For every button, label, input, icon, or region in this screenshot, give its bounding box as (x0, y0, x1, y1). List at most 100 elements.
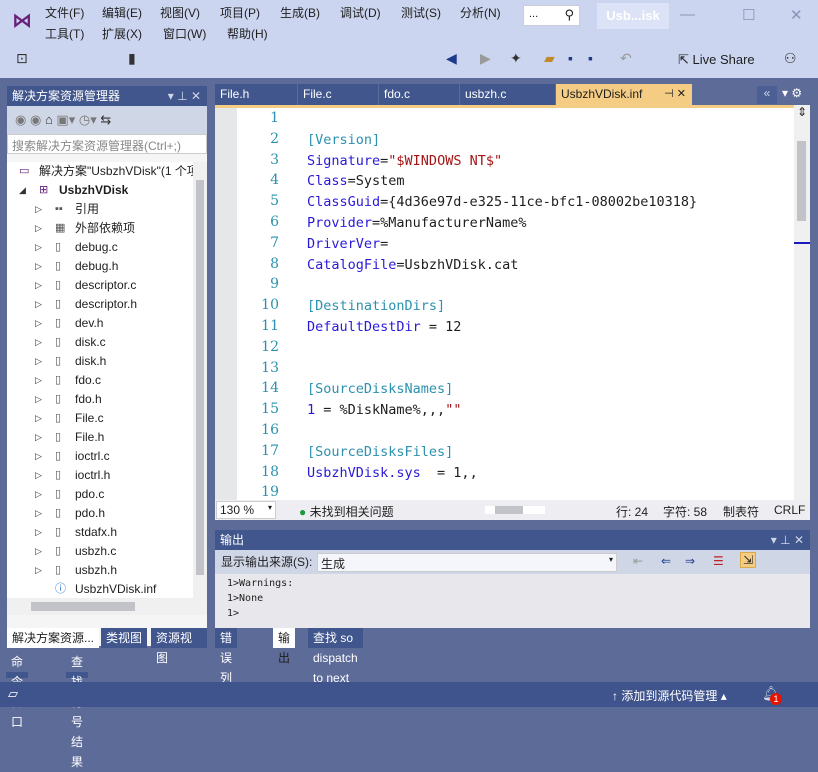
scroll-tabs-icon[interactable]: « (757, 86, 777, 104)
panel-controls-icon[interactable]: ▾ ⊥ ✕ (168, 86, 201, 106)
menu-item[interactable]: 视图(V) (160, 4, 200, 21)
panel-tab[interactable]: 资源视图 (151, 628, 207, 665)
zoom-dropdown[interactable]: 130 % ▾ (216, 501, 276, 519)
tree-item[interactable]: ▷ ▯ usbzh.h (7, 561, 193, 580)
live-share-button[interactable]: ⇱ Live Share (678, 52, 755, 68)
feedback-icon[interactable]: ⚇ (784, 50, 797, 67)
expand-arrow-icon[interactable]: ▷ (35, 200, 42, 219)
expand-arrow-icon[interactable]: ▷ (35, 238, 42, 257)
tree-item[interactable]: ▷ ▪▪ 引用 (7, 200, 193, 219)
expand-arrow-icon[interactable]: ▷ (35, 276, 42, 295)
menu-item[interactable]: 帮助(H) (227, 25, 268, 42)
word-wrap-toggle-icon[interactable]: ⇲ (740, 552, 757, 568)
code-line[interactable]: DriverVer= (307, 236, 388, 252)
code-line[interactable]: Provider=%ManufacturerName% (307, 215, 526, 231)
menu-item[interactable]: 工具(T) (45, 25, 84, 42)
editor-tab[interactable]: File.h (215, 84, 297, 105)
menu-item[interactable]: 窗口(W) (163, 25, 206, 42)
menu-item[interactable]: 编辑(E) (102, 4, 142, 21)
new-project-icon[interactable]: ✦ (510, 50, 522, 67)
tree-item[interactable]: ▷ ▯ descriptor.h (7, 295, 193, 314)
code-line[interactable]: 1 = %DiskName%,,,"" (307, 402, 461, 418)
tab-options-icon[interactable]: ▾ ⚙ (782, 86, 802, 100)
tree-item[interactable]: ▷ ▯ File.h (7, 428, 193, 447)
tree-item[interactable]: ▷ ▯ disk.h (7, 352, 193, 371)
search-box[interactable]: ... ⚲ (523, 5, 580, 26)
code-line[interactable]: [SourceDisksNames] (307, 381, 453, 397)
menu-item[interactable]: 扩展(X) (102, 25, 142, 42)
bookmark-icon[interactable]: ▮ (128, 50, 136, 67)
save-all-icon[interactable]: ▪ (588, 50, 593, 66)
save-icon[interactable]: ▪ (568, 50, 573, 66)
tree-item[interactable]: ▷ ▯ dev.h (7, 314, 193, 333)
expand-arrow-icon[interactable]: ▷ (35, 314, 42, 333)
expand-arrow-icon[interactable]: ▷ (35, 390, 42, 409)
issues-indicator[interactable]: ● 未找到相关问题 (299, 503, 394, 520)
tree-item[interactable]: ▷ ▯ stdafx.h (7, 523, 193, 542)
tree-item[interactable]: ▷ ▯ usbzh.c (7, 542, 193, 561)
back-icon[interactable]: ◀ (446, 50, 457, 67)
code-line[interactable]: Class=System (307, 173, 405, 189)
undo-icon[interactable]: ↶ (620, 50, 632, 67)
tree-horizontal-scrollbar[interactable] (7, 598, 207, 615)
menu-item[interactable]: 分析(N) (460, 4, 501, 21)
tree-item[interactable]: ▷ ▯ disk.c (7, 333, 193, 352)
tree-item[interactable]: ▷ ▦ 外部依赖项 (7, 219, 193, 238)
tree-item[interactable]: ▭ 解决方案"UsbzhVDisk"(1 个项目) (7, 162, 193, 181)
code-line[interactable]: [DestinationDirs] (307, 298, 445, 314)
source-control-button[interactable]: ↑ 添加到源代码管理 ▴ (612, 687, 727, 704)
code-line[interactable]: ClassGuid={4d36e97d-e325-11ce-bfc1-08002… (307, 194, 697, 210)
minimize-button[interactable]: — (680, 6, 695, 23)
switch-view-icon[interactable]: ⇆ (100, 112, 111, 127)
expand-arrow-icon[interactable]: ▷ (35, 466, 42, 485)
tree-item[interactable]: ▷ ▯ fdo.h (7, 390, 193, 409)
output-area-tab[interactable]: 错误列表 (215, 628, 238, 705)
output-source-dropdown[interactable]: 生成 ▾ (317, 553, 617, 572)
editor-tab[interactable]: usbzh.c (460, 84, 555, 105)
panel-controls-icon[interactable]: ▾ ⊥ ✕ (771, 530, 804, 550)
close-button[interactable]: ✕ (790, 6, 803, 24)
home-icon[interactable]: ⌂ (45, 112, 53, 127)
expand-arrow-icon[interactable]: ▷ (35, 523, 42, 542)
back-icon[interactable]: ◉ (15, 112, 26, 127)
previous-message-icon[interactable]: ⇐ (661, 554, 671, 568)
tree-item[interactable]: ▷ ▯ ioctrl.h (7, 466, 193, 485)
tool-window-tab[interactable]: 查找符号结果 (66, 652, 89, 769)
panel-tab[interactable]: 类视图 (101, 628, 148, 648)
tree-item[interactable]: ▷ ▯ debug.h (7, 257, 193, 276)
next-message-icon[interactable]: ⇒ (685, 554, 695, 568)
tree-item[interactable]: ◢ ⊞ UsbzhVDisk (7, 181, 193, 200)
expand-arrow-icon[interactable]: ▷ (35, 409, 42, 428)
code-line[interactable]: Signature="$WINDOWS NT$" (307, 153, 502, 169)
editor-tab[interactable]: File.c (298, 84, 378, 105)
menu-item[interactable]: 测试(S) (401, 4, 441, 21)
expand-arrow-icon[interactable]: ▷ (35, 295, 42, 314)
expand-arrow-icon[interactable]: ▷ (35, 542, 42, 561)
tree-item[interactable]: ▷ ▯ fdo.c (7, 371, 193, 390)
pin-icon[interactable]: ⊣ ✕ (664, 84, 686, 105)
tree-item[interactable]: ▷ ▯ pdo.c (7, 485, 193, 504)
expand-arrow-icon[interactable]: ▷ (35, 352, 42, 371)
output-area-tab[interactable]: 查找 so dispatch to next device (308, 628, 363, 705)
code-line[interactable]: UsbzhVDisk.sys = 1,, (307, 465, 478, 481)
toolbar-select-icon[interactable]: ⊡ (16, 50, 28, 67)
open-folder-icon[interactable]: ▰ (544, 50, 555, 67)
expand-arrow-icon[interactable]: ▷ (35, 257, 42, 276)
code-line[interactable]: [Version] (307, 132, 380, 148)
go-to-line-icon[interactable]: ⇤ (633, 554, 643, 568)
menu-item[interactable]: 调试(D) (340, 4, 381, 21)
expand-arrow-icon[interactable]: ▷ (35, 504, 42, 523)
menu-item[interactable]: 文件(F) (45, 4, 84, 21)
tree-item[interactable]: ▷ ▯ File.c (7, 409, 193, 428)
expand-arrow-icon[interactable]: ▷ (35, 333, 42, 352)
forward-icon[interactable]: ▶ (480, 50, 491, 67)
code-line[interactable]: DefaultDestDir = 12 (307, 319, 461, 335)
menu-item[interactable]: 生成(B) (280, 4, 320, 21)
clear-all-icon[interactable]: ☰ (713, 554, 724, 568)
sync-icon[interactable]: ▣▾ (56, 112, 75, 127)
forward-icon[interactable]: ◉ (30, 112, 41, 127)
expand-arrow-icon[interactable]: ▷ (35, 561, 42, 580)
line-ending[interactable]: CRLF (774, 503, 805, 517)
solution-search-input[interactable]: 搜索解决方案资源管理器(Ctrl+;) (7, 134, 207, 154)
expand-arrow-icon[interactable]: ▷ (35, 371, 42, 390)
